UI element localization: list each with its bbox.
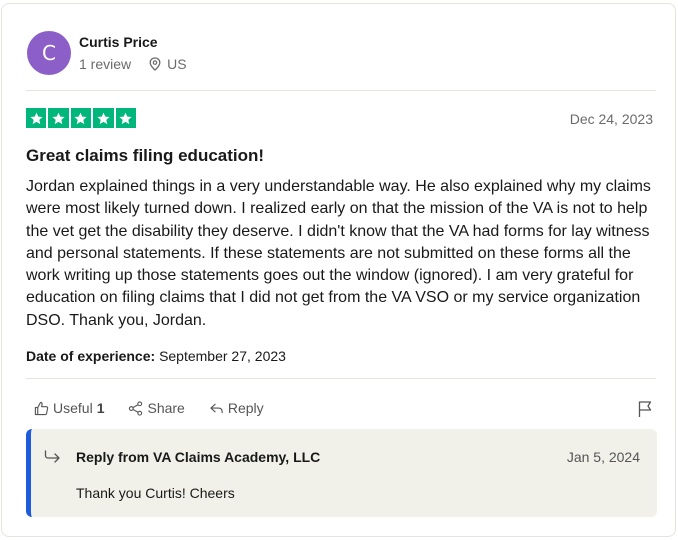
review-text: Jordan explained things in a very unders… [26, 178, 651, 329]
reply-arrow-icon [210, 403, 223, 413]
review-count: 1 review [79, 56, 132, 72]
header-divider [26, 90, 656, 91]
useful-count: 1 [96, 400, 105, 416]
share-icon [129, 400, 143, 416]
reviewer-location: US [149, 56, 187, 72]
share-label: Share [147, 400, 185, 416]
review-card: C Curtis Price 1 review US Dec 24, 2023 … [1, 3, 676, 537]
star-icon [48, 108, 69, 129]
reply-title: Reply from VA Claims Academy, LLC [76, 449, 321, 465]
avatar[interactable]: C [27, 31, 71, 75]
review-actions: Useful 1 Share Reply [34, 400, 288, 416]
useful-button[interactable]: Useful 1 [34, 400, 104, 416]
reply-label: Reply [227, 400, 264, 416]
useful-label: Useful [53, 400, 93, 416]
review-title: Great claims filing education! [26, 146, 265, 165]
company-reply: Reply from VA Claims Academy, LLC Jan 5,… [26, 429, 657, 517]
thumbs-up-icon [34, 401, 49, 415]
star-rating [26, 108, 136, 129]
share-button[interactable]: Share [128, 400, 185, 416]
report-flag-button[interactable] [637, 400, 653, 423]
location-pin-icon [149, 57, 161, 71]
date-of-experience: Date of experience: September 27, 2023 [26, 348, 286, 364]
avatar-initial: C [42, 41, 56, 65]
review-date: Dec 24, 2023 [569, 111, 653, 127]
flag-icon [638, 401, 652, 417]
reply-date: Jan 5, 2024 [566, 449, 640, 465]
reviewer-meta: 1 review US [79, 56, 187, 72]
reviewer-country: US [167, 56, 187, 72]
reply-button[interactable]: Reply [209, 400, 264, 416]
reply-text: Thank you Curtis! Cheers [76, 485, 235, 501]
experience-date: September 27, 2023 [159, 348, 286, 364]
reviewer-name[interactable]: Curtis Price [79, 34, 158, 50]
star-icon [26, 108, 47, 129]
actions-divider [26, 378, 656, 379]
star-icon [115, 108, 136, 129]
star-icon [93, 108, 114, 129]
reply-indicator-icon [44, 450, 60, 463]
star-icon [70, 108, 92, 129]
experience-label: Date of experience: [26, 348, 156, 364]
